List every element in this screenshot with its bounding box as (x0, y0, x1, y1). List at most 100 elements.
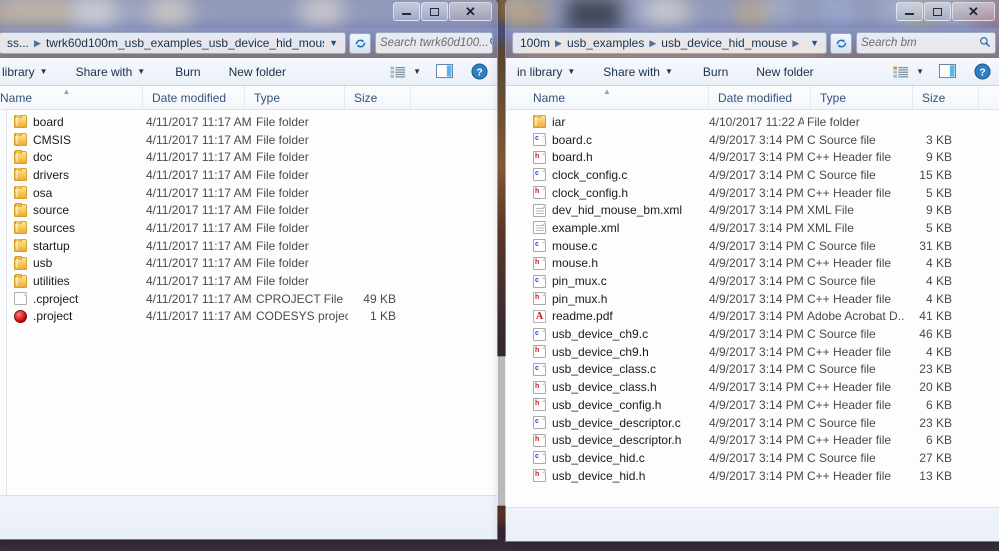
title-bar-right[interactable]: ✕ (506, 0, 999, 28)
address-bar-left[interactable]: ss... ▶ twrk60d100m_usb_examples_usb_dev… (0, 28, 497, 58)
column-header-size[interactable]: Size (345, 86, 411, 109)
toolbar-right-group-left[interactable]: ▼ ? (385, 58, 493, 85)
file-name-cell[interactable]: CMSIS (0, 132, 143, 147)
toolbar-item-library[interactable]: library ▼ (0, 61, 57, 83)
table-row[interactable]: .cproject 4/11/2017 11:17 AM CPROJECT File… (0, 290, 497, 308)
close-button[interactable]: ✕ (449, 2, 492, 21)
table-row[interactable]: doc 4/11/2017 11:17 AM File folder (0, 148, 497, 166)
table-row[interactable]: drivers 4/11/2017 11:17 AM File folder (0, 166, 497, 184)
file-name-cell[interactable]: c mouse.c (506, 239, 706, 253)
table-row[interactable]: h pin_mux.h 4/9/2017 3:14 PM C++ Header fil… (506, 290, 999, 308)
explorer-window-left[interactable]: ✕ ss... ▶ twrk60d100m_usb_examples_usb_d… (0, 0, 498, 540)
toolbar-item-burn[interactable]: Burn (166, 61, 209, 83)
breadcrumb-item[interactable]: usb_examples (564, 35, 647, 51)
column-header-name[interactable]: Name ▲ (0, 86, 143, 109)
breadcrumb-item[interactable]: 100m (517, 35, 553, 51)
table-row[interactable]: iar 4/10/2017 11:22 AMFile folder (506, 113, 999, 131)
breadcrumb-item[interactable]: twrk60d100m_usb_examples_usb_device_hid_… (43, 35, 324, 51)
column-header-name[interactable]: Name ▲ (529, 86, 709, 109)
file-name-cell[interactable]: h clock_config.h (506, 186, 706, 200)
toolbar-right[interactable]: in library ▼ Share with ▼ Burn New folde… (506, 58, 999, 86)
table-row[interactable]: CMSIS 4/11/2017 11:17 AM File folder (0, 131, 497, 149)
table-row[interactable]: c pin_mux.c 4/9/2017 3:14 PM C Source file 4… (506, 272, 999, 290)
file-name-cell[interactable]: h usb_device_hid.h (506, 469, 706, 483)
table-row[interactable]: .project 4/11/2017 11:17 AM CODESYS projec… (0, 308, 497, 326)
file-name-cell[interactable]: iar (506, 114, 706, 129)
file-list-right[interactable]: iar 4/10/2017 11:22 AMFile folder c board.c… (506, 110, 999, 507)
column-header-date-modified[interactable]: Date modified (143, 86, 245, 109)
file-name-cell[interactable]: dev_hid_mouse_bm.xml (506, 203, 706, 217)
window-controls-right[interactable]: ✕ (896, 2, 995, 21)
title-bar-left[interactable]: ✕ (0, 0, 497, 28)
table-row[interactable]: c board.c 4/9/2017 3:14 PM C Source file 3 K… (506, 131, 999, 149)
toolbar-left[interactable]: library ▼ Share with ▼ Burn New folder ▼… (0, 58, 497, 86)
table-row[interactable]: startup 4/11/2017 11:17 AM File folder (0, 237, 497, 255)
file-name-cell[interactable]: example.xml (506, 221, 706, 235)
file-name-cell[interactable]: c usb_device_ch9.c (506, 327, 706, 341)
toolbar-item-new-folder[interactable]: New folder (220, 61, 295, 83)
table-row[interactable]: c usb_device_descriptor.c 4/9/2017 3:14 PM… (506, 414, 999, 432)
table-row[interactable]: h usb_device_hid.h 4/9/2017 3:14 PM C++ Hea… (506, 467, 999, 485)
column-header-type[interactable]: Type (245, 86, 345, 109)
table-row[interactable]: source 4/11/2017 11:17 AM File folder (0, 201, 497, 219)
table-row[interactable]: Areadme.pdf 4/9/2017 3:14 PM Adobe Acrobat… (506, 308, 999, 326)
breadcrumb-item[interactable]: usb_device_hid_mouse (658, 35, 790, 51)
breadcrumb-item[interactable]: ss... (4, 35, 32, 51)
maximize-button[interactable] (924, 2, 951, 21)
table-row[interactable]: c mouse.c 4/9/2017 3:14 PM C Source file 31 … (506, 237, 999, 255)
file-name-cell[interactable]: c usb_device_hid.c (506, 451, 706, 465)
column-headers-right[interactable]: Name ▲ Date modified Type Size (506, 86, 999, 110)
table-row[interactable]: usb 4/11/2017 11:17 AM File folder (0, 255, 497, 273)
breadcrumb-box-left[interactable]: ss... ▶ twrk60d100m_usb_examples_usb_dev… (0, 32, 346, 54)
navigation-pane-left[interactable] (0, 110, 7, 495)
file-name-cell[interactable]: source (0, 203, 143, 217)
minimize-button[interactable] (393, 2, 420, 21)
address-dropdown-icon[interactable]: ▼ (324, 38, 343, 48)
file-name-cell[interactable]: c clock_config.c (506, 168, 706, 182)
column-headers-left[interactable]: Name ▲ Date modified Type Size (0, 86, 497, 110)
table-row[interactable]: h usb_device_descriptor.h 4/9/2017 3:14 PM… (506, 431, 999, 449)
change-view-icon[interactable] (888, 65, 914, 79)
table-row[interactable]: c usb_device_ch9.c 4/9/2017 3:14 PM C Sourc… (506, 325, 999, 343)
file-name-cell[interactable]: c usb_device_descriptor.c (506, 416, 706, 430)
minimize-button[interactable] (896, 2, 923, 21)
help-icon[interactable]: ? (969, 63, 996, 80)
table-row[interactable]: h mouse.h 4/9/2017 3:14 PM C++ Header file 4… (506, 255, 999, 273)
file-name-cell[interactable]: drivers (0, 167, 143, 182)
breadcrumb-box-right[interactable]: 100m ▶ usb_examples ▶ usb_device_hid_mou… (512, 32, 827, 54)
file-name-cell[interactable]: sources (0, 220, 143, 235)
file-name-cell[interactable]: c pin_mux.c (506, 274, 706, 288)
toolbar-item-share-with[interactable]: Share with ▼ (67, 61, 155, 83)
maximize-button[interactable] (421, 2, 448, 21)
column-header-type[interactable]: Type (811, 86, 913, 109)
toolbar-item-include-in-library[interactable]: in library ▼ (508, 61, 584, 83)
breadcrumb-right[interactable]: 100m ▶ usb_examples ▶ usb_device_hid_mou… (517, 35, 805, 51)
table-row[interactable]: example.xml 4/9/2017 3:14 PM XML File 5 KB (506, 219, 999, 237)
toolbar-item-new-folder[interactable]: New folder (747, 61, 822, 83)
search-box-right[interactable]: Search bm (856, 32, 996, 54)
table-row[interactable]: h usb_device_class.h 4/9/2017 3:14 PM C++ H… (506, 378, 999, 396)
table-row[interactable]: utilities 4/11/2017 11:17 AM File folder (0, 272, 497, 290)
close-button[interactable]: ✕ (952, 2, 995, 21)
search-box-left[interactable]: Search twrk60d100... (375, 32, 493, 54)
file-name-cell[interactable]: .cproject (0, 292, 143, 306)
file-name-cell[interactable]: usb (0, 256, 143, 270)
column-header-size[interactable]: Size (913, 86, 979, 109)
table-row[interactable]: h board.h 4/9/2017 3:14 PM C++ Header file 9… (506, 148, 999, 166)
file-name-cell[interactable]: h usb_device_descriptor.h (506, 433, 706, 447)
table-row[interactable]: h usb_device_ch9.h 4/9/2017 3:14 PM C++ Hea… (506, 343, 999, 361)
address-dropdown-icon[interactable]: ▼ (805, 38, 824, 48)
breadcrumb-left[interactable]: ss... ▶ twrk60d100m_usb_examples_usb_dev… (4, 35, 324, 51)
file-name-cell[interactable]: .project (0, 309, 143, 323)
table-row[interactable]: osa 4/11/2017 11:17 AM File folder (0, 184, 497, 202)
refresh-button[interactable] (830, 32, 852, 54)
table-row[interactable]: board 4/11/2017 11:17 AM File folder (0, 113, 497, 131)
file-rows-left[interactable]: board 4/11/2017 11:17 AM File folder CMSIS 4… (0, 110, 497, 325)
table-row[interactable]: dev_hid_mouse_bm.xml 4/9/2017 3:14 PM XML … (506, 201, 999, 219)
toolbar-item-share-with[interactable]: Share with ▼ (594, 61, 682, 83)
window-controls-left[interactable]: ✕ (393, 2, 492, 21)
file-name-cell[interactable]: h usb_device_config.h (506, 398, 706, 412)
file-name-cell[interactable]: c board.c (506, 133, 706, 147)
file-name-cell[interactable]: utilities (0, 274, 143, 288)
view-chevron-down-icon[interactable]: ▼ (413, 67, 421, 76)
